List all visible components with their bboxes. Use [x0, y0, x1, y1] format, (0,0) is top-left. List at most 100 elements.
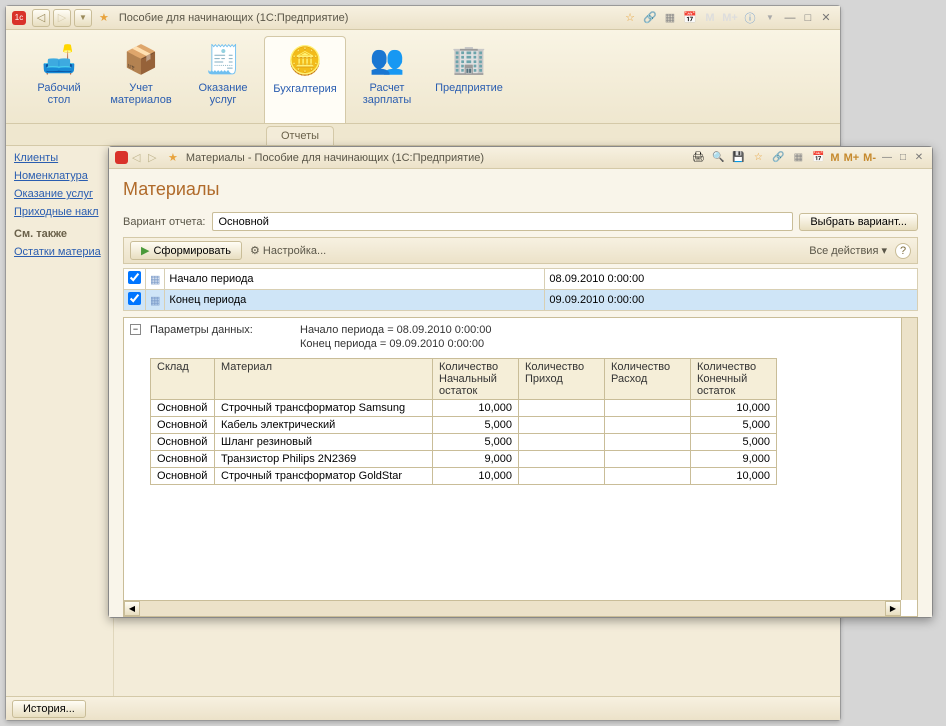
cell-material: Строчный трансформатор Samsung [215, 400, 433, 417]
maximize-button[interactable]: □ [800, 10, 816, 26]
mplus-button[interactable]: M+ [844, 152, 860, 164]
horizontal-scrollbar[interactable]: ◀▶ [124, 600, 901, 616]
ribbon-materials[interactable]: 📦Учет материалов [100, 36, 182, 123]
nav-forward-button[interactable]: ▷ [53, 9, 71, 27]
ribbon-enterprise[interactable]: 🏢Предприятие [428, 36, 510, 123]
cell-in [519, 468, 605, 485]
cell-start: 10,000 [433, 400, 519, 417]
col-end[interactable]: Количество Конечный остаток [691, 359, 777, 400]
save-icon[interactable]: 💾 [730, 150, 746, 166]
calendar-icon[interactable]: 📅 [682, 10, 698, 26]
cell-in [519, 451, 605, 468]
nav-dropdown-button[interactable]: ▼ [74, 9, 92, 27]
link-icon[interactable]: 🔗 [642, 10, 658, 26]
col-warehouse[interactable]: Склад [151, 359, 215, 400]
calendar-icon[interactable]: ▦ [146, 290, 165, 311]
cell-start: 5,000 [433, 417, 519, 434]
close-button[interactable]: ✕ [912, 151, 926, 165]
calendar-icon[interactable]: 📅 [810, 150, 826, 166]
dropdown-icon[interactable]: ▼ [762, 10, 778, 26]
main-titlebar: 1c ◁ ▷ ▼ ★ Пособие для начинающих (1С:Пр… [6, 6, 840, 30]
table-row[interactable]: ОсновнойСтрочный трансформатор GoldStar1… [151, 468, 777, 485]
period-row-end[interactable]: ▦ Конец периода 09.09.2010 0:00:00 [124, 290, 918, 311]
all-actions-dropdown[interactable]: Все действия ▾ [809, 244, 887, 257]
mminus-button[interactable]: M- [863, 152, 876, 164]
settings-link[interactable]: ⚙Настройка... [250, 244, 326, 257]
params-title: Параметры данных: [150, 324, 300, 336]
history-button[interactable]: История... [12, 700, 86, 718]
vertical-scrollbar[interactable] [901, 318, 917, 600]
cell-end: 10,000 [691, 400, 777, 417]
ribbon-accounting[interactable]: 🪙Бухгалтерия [264, 36, 346, 123]
period-value[interactable]: 08.09.2010 0:00:00 [545, 269, 918, 290]
preview-icon[interactable]: 🔍 [710, 150, 726, 166]
col-start[interactable]: Количество Начальный остаток [433, 359, 519, 400]
variant-input[interactable] [212, 212, 794, 231]
ribbon-payroll[interactable]: 👥Расчет зарплаты [346, 36, 428, 123]
sidebar-link-receipts[interactable]: Приходные накл [14, 206, 105, 218]
help-button[interactable]: ? [895, 243, 911, 259]
cell-material: Кабель электрический [215, 417, 433, 434]
ribbon-desktop[interactable]: 🛋️Рабочий стол [18, 36, 100, 123]
period-value[interactable]: 09.09.2010 0:00:00 [545, 290, 918, 311]
maximize-button[interactable]: □ [896, 151, 910, 165]
favorites-icon[interactable]: ☆ [622, 10, 638, 26]
col-in[interactable]: Количество Приход [519, 359, 605, 400]
print-icon[interactable]: 🖨 [690, 150, 706, 166]
tab-reports[interactable]: Отчеты [266, 126, 334, 145]
period-start-checkbox[interactable] [128, 271, 141, 284]
ribbon-services[interactable]: 🧾Оказание услуг [182, 36, 264, 123]
calculator-icon[interactable]: ▦ [790, 150, 806, 166]
minimize-button[interactable]: — [782, 10, 798, 26]
main-window-title: Пособие для начинающих (1С:Предприятие) [119, 12, 349, 24]
info-icon[interactable]: ⓘ [742, 10, 758, 26]
period-end-checkbox[interactable] [128, 292, 141, 305]
col-material[interactable]: Материал [215, 359, 433, 400]
sidebar-link-services[interactable]: Оказание услуг [14, 188, 105, 200]
cell-in [519, 400, 605, 417]
table-row[interactable]: ОсновнойТранзистор Philips 2N23699,0009,… [151, 451, 777, 468]
favorite-star-icon[interactable]: ★ [168, 151, 178, 164]
calculator-icon[interactable]: ▦ [662, 10, 678, 26]
period-row-start[interactable]: ▦ Начало периода 08.09.2010 0:00:00 [124, 269, 918, 290]
cell-start: 10,000 [433, 468, 519, 485]
cell-end: 10,000 [691, 468, 777, 485]
cell-start: 5,000 [433, 434, 519, 451]
scroll-right-button[interactable]: ▶ [885, 601, 901, 616]
calendar-icon[interactable]: ▦ [146, 269, 165, 290]
period-label: Конец периода [165, 290, 545, 311]
report-titlebar[interactable]: ◁ ▷ ★ Материалы - Пособие для начинающих… [109, 147, 932, 169]
collapse-button[interactable]: − [130, 324, 141, 335]
mplus-button[interactable]: M+ [722, 10, 738, 26]
nav-back-button[interactable]: ◁ [132, 151, 146, 165]
main-footer: История... [6, 696, 840, 720]
settings-icon: ⚙ [250, 244, 260, 257]
cell-end: 5,000 [691, 417, 777, 434]
m-button[interactable]: M [702, 10, 718, 26]
m-button[interactable]: M [830, 152, 839, 164]
minimize-button[interactable]: — [880, 151, 894, 165]
report-window: ◁ ▷ ★ Материалы - Пособие для начинающих… [108, 146, 933, 618]
data-table: Склад Материал Количество Начальный оста… [150, 358, 777, 485]
cell-out [605, 451, 691, 468]
link-icon[interactable]: 🔗 [770, 150, 786, 166]
close-button[interactable]: ✕ [818, 10, 834, 26]
cell-end: 9,000 [691, 451, 777, 468]
sidebar-link-nomenclature[interactable]: Номенклатура [14, 170, 105, 182]
app-logo-icon [115, 151, 128, 164]
favorites-icon[interactable]: ☆ [750, 150, 766, 166]
nav-forward-button[interactable]: ▷ [148, 151, 162, 165]
sidebar-link-remains[interactable]: Остатки материа [14, 246, 105, 258]
table-row[interactable]: ОсновнойКабель электрический5,0005,000 [151, 417, 777, 434]
scroll-left-button[interactable]: ◀ [124, 601, 140, 616]
favorite-star-icon[interactable]: ★ [99, 11, 109, 24]
col-out[interactable]: Количество Расход [605, 359, 691, 400]
sidebar-link-clients[interactable]: Клиенты [14, 152, 105, 164]
table-row[interactable]: ОсновнойШланг резиновый5,0005,000 [151, 434, 777, 451]
cell-out [605, 434, 691, 451]
nav-back-button[interactable]: ◁ [32, 9, 50, 27]
cell-material: Строчный трансформатор GoldStar [215, 468, 433, 485]
choose-variant-button[interactable]: Выбрать вариант... [799, 213, 918, 231]
table-row[interactable]: ОсновнойСтрочный трансформатор Samsung10… [151, 400, 777, 417]
generate-button[interactable]: ▶Сформировать [130, 241, 242, 260]
